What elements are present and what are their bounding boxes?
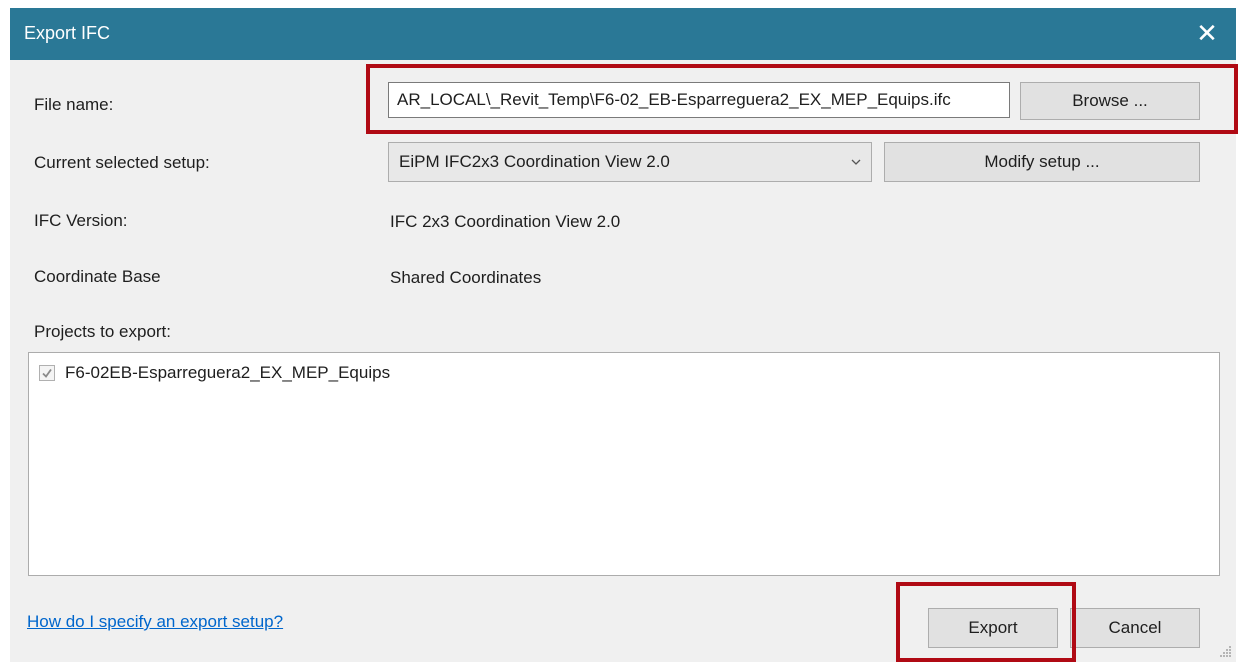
projects-label: Projects to export: <box>34 322 172 341</box>
projects-list[interactable]: F6-02EB-Esparreguera2_EX_MEP_Equips <box>28 352 1220 576</box>
coordinate-base-value: Shared Coordinates <box>390 268 542 287</box>
setup-dropdown[interactable]: EiPM IFC2x3 Coordination View 2.0 <box>388 142 872 182</box>
export-button[interactable]: Export <box>928 608 1058 648</box>
file-name-input[interactable]: AR_LOCAL\_Revit_Temp\F6-02_EB-Esparregue… <box>388 82 1010 118</box>
ifc-version-value: IFC 2x3 Coordination View 2.0 <box>390 212 621 231</box>
file-name-label: File name: <box>34 95 114 114</box>
export-ifc-dialog: Export IFC ✕ File name: AR_LOCAL\_Revit_… <box>0 0 1238 662</box>
help-link[interactable]: How do I specify an export setup? <box>27 612 283 632</box>
setup-label: Current selected setup: <box>34 153 210 172</box>
cancel-button[interactable]: Cancel <box>1070 608 1200 648</box>
setup-value: EiPM IFC2x3 Coordination View 2.0 <box>399 152 670 171</box>
project-name: F6-02EB-Esparreguera2_EX_MEP_Equips <box>65 363 391 382</box>
title-bar: Export IFC ✕ <box>10 8 1236 60</box>
browse-button[interactable]: Browse ... <box>1020 82 1200 120</box>
list-item[interactable]: F6-02EB-Esparreguera2_EX_MEP_Equips <box>39 361 390 385</box>
file-name-value: AR_LOCAL\_Revit_Temp\F6-02_EB-Esparregue… <box>397 90 951 109</box>
chevron-down-icon <box>851 143 861 196</box>
dialog-body: File name: AR_LOCAL\_Revit_Temp\F6-02_EB… <box>10 60 1236 662</box>
window-title: Export IFC <box>24 23 111 43</box>
project-checkbox[interactable] <box>39 365 55 381</box>
modify-setup-button[interactable]: Modify setup ... <box>884 142 1200 182</box>
resize-grip-icon[interactable] <box>1218 644 1232 658</box>
check-icon <box>42 368 52 378</box>
coordinate-base-label: Coordinate Base <box>34 267 161 286</box>
ifc-version-label: IFC Version: <box>34 211 128 230</box>
close-icon[interactable]: ✕ <box>1190 16 1224 50</box>
